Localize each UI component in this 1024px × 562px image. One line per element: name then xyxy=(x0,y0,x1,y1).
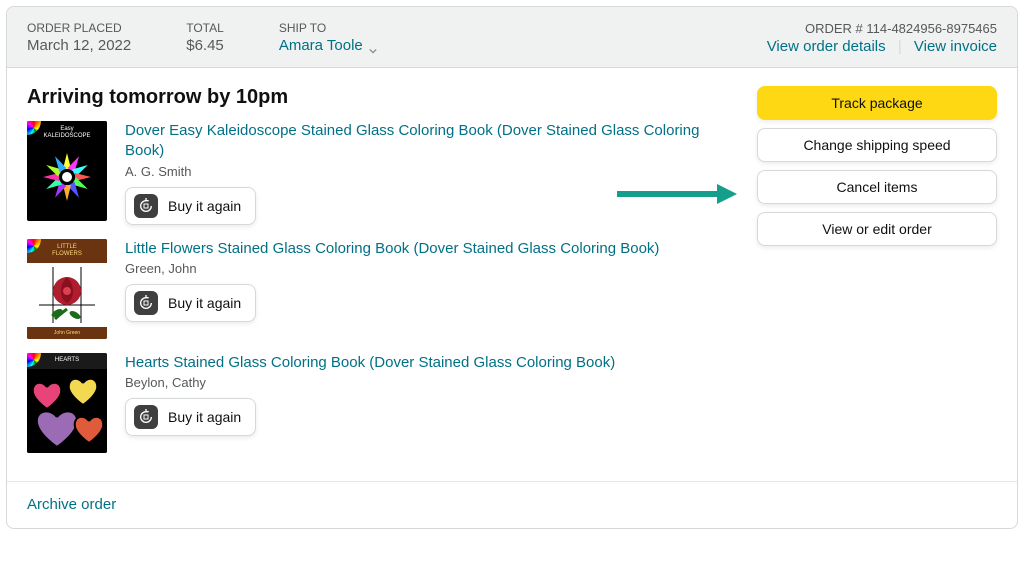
kaleidoscope-art-icon xyxy=(27,145,107,209)
total-value: $6.45 xyxy=(186,37,224,54)
thumb-title-text: LITTLEFLOWERS xyxy=(52,244,82,257)
item-thumbnail[interactable]: LITTLEFLOWERS xyxy=(27,239,107,339)
buy-again-icon xyxy=(134,194,158,218)
change-shipping-speed-button[interactable]: Change shipping speed xyxy=(757,128,997,162)
total-col: TOTAL $6.45 xyxy=(186,21,224,55)
buy-again-icon xyxy=(134,291,158,315)
item-author: Green, John xyxy=(125,261,727,276)
item-info: Hearts Stained Glass Coloring Book (Dove… xyxy=(125,353,727,453)
hearts-art-icon xyxy=(27,369,107,453)
archive-order-link[interactable]: Archive order xyxy=(27,496,116,513)
cancel-items-button[interactable]: Cancel items xyxy=(757,170,997,204)
ship-to-dropdown[interactable]: Amara Toole xyxy=(279,37,377,54)
order-number: ORDER # 114-4824956-8975465 xyxy=(767,21,997,36)
item-thumbnail[interactable]: HEARTS xyxy=(27,353,107,453)
item-author: A. G. Smith xyxy=(125,164,727,179)
thumb-title-text: HEARTS xyxy=(55,357,79,364)
order-actions-section: Track package Change shipping speed Canc… xyxy=(757,86,997,467)
item-thumbnail[interactable]: EasyKALEIDOSCOPE xyxy=(27,121,107,221)
buy-it-again-button[interactable]: Buy it again xyxy=(125,398,256,436)
buy-it-again-button[interactable]: Buy it again xyxy=(125,284,256,322)
arriving-heading: Arriving tomorrow by 10pm xyxy=(27,86,727,109)
buy-again-label: Buy it again xyxy=(168,295,241,311)
order-items-section: Arriving tomorrow by 10pm EasyKALEIDOSCO… xyxy=(27,86,727,467)
item-title-link[interactable]: Dover Easy Kaleidoscope Stained Glass Co… xyxy=(125,121,727,162)
item-title-link[interactable]: Little Flowers Stained Glass Coloring Bo… xyxy=(125,239,727,259)
item-author: Beylon, Cathy xyxy=(125,375,727,390)
ship-to-label: SHIP TO xyxy=(279,21,377,35)
order-footer: Archive order xyxy=(7,481,1017,528)
flower-art-icon xyxy=(27,263,107,327)
order-placed-label: ORDER PLACED xyxy=(27,21,131,35)
view-order-details-link[interactable]: View order details xyxy=(767,38,886,55)
order-body: Arriving tomorrow by 10pm EasyKALEIDOSCO… xyxy=(7,68,1017,481)
item-title-link[interactable]: Hearts Stained Glass Coloring Book (Dove… xyxy=(125,353,727,373)
buy-again-label: Buy it again xyxy=(168,409,241,425)
link-divider: | xyxy=(898,38,902,55)
buy-again-icon xyxy=(134,405,158,429)
order-header: ORDER PLACED March 12, 2022 TOTAL $6.45 … xyxy=(7,7,1017,68)
order-item: LITTLEFLOWERS xyxy=(27,239,727,339)
order-placed-col: ORDER PLACED March 12, 2022 xyxy=(27,21,131,55)
thumb-title-text: EasyKALEIDOSCOPE xyxy=(43,126,90,139)
ship-to-col: SHIP TO Amara Toole xyxy=(279,21,377,55)
chevron-down-icon xyxy=(369,42,377,50)
buy-it-again-button[interactable]: Buy it again xyxy=(125,187,256,225)
order-number-col: ORDER # 114-4824956-8975465 View order d… xyxy=(767,21,997,55)
total-label: TOTAL xyxy=(186,21,224,35)
order-item: HEARTS Hearts Stained Gla xyxy=(27,353,727,453)
item-info: Dover Easy Kaleidoscope Stained Glass Co… xyxy=(125,121,727,225)
order-placed-value: March 12, 2022 xyxy=(27,37,131,54)
buy-again-label: Buy it again xyxy=(168,198,241,214)
view-or-edit-order-button[interactable]: View or edit order xyxy=(757,212,997,246)
track-package-button[interactable]: Track package xyxy=(757,86,997,120)
order-item: EasyKALEIDOSCOPE xyxy=(27,121,727,225)
item-info: Little Flowers Stained Glass Coloring Bo… xyxy=(125,239,727,339)
thumb-author-text: John Green xyxy=(27,327,107,339)
order-card: ORDER PLACED March 12, 2022 TOTAL $6.45 … xyxy=(6,6,1018,529)
view-invoice-link[interactable]: View invoice xyxy=(914,38,997,55)
ship-to-name: Amara Toole xyxy=(279,37,363,54)
